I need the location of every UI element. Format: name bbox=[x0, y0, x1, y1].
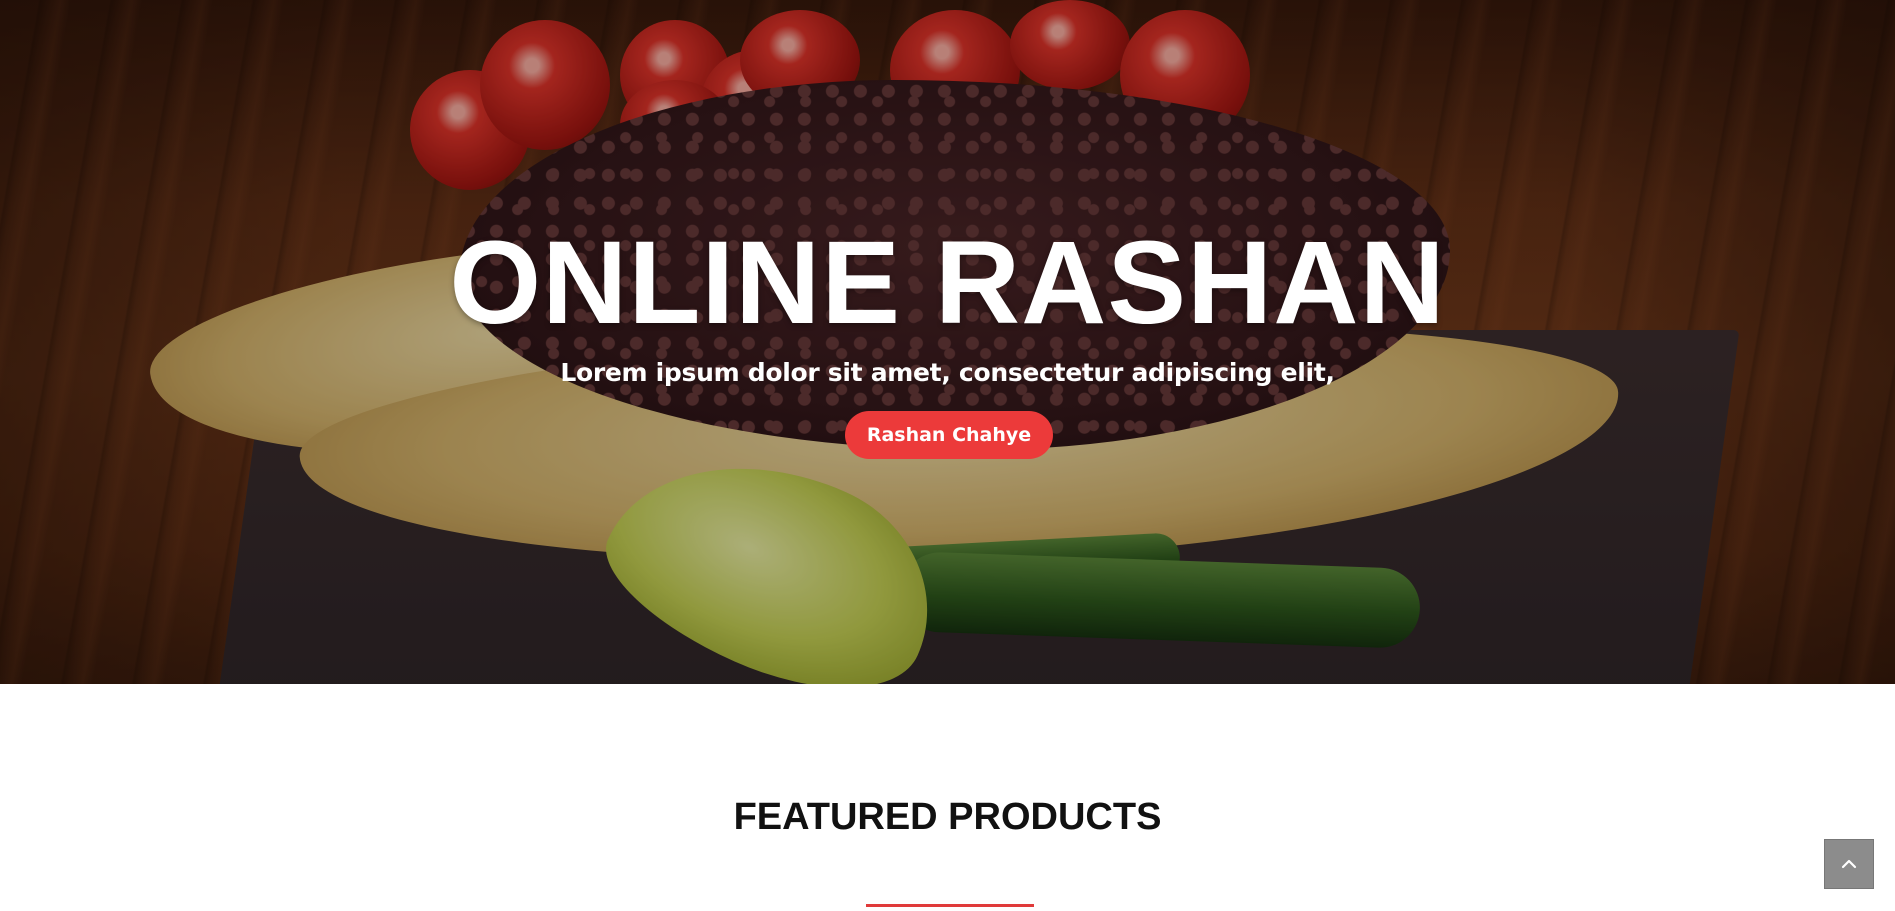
back-to-top-button[interactable] bbox=[1824, 839, 1874, 889]
featured-products-heading: FEATURED PRODUCTS bbox=[733, 796, 1162, 838]
hero-subtitle: Lorem ipsum dolor sit amet, consectetur … bbox=[560, 358, 1335, 387]
rashan-chahye-button[interactable]: Rashan Chahye bbox=[845, 411, 1053, 459]
heading-underline bbox=[866, 904, 1034, 907]
hero-banner: ONLINE RASHAN Lorem ipsum dolor sit amet… bbox=[0, 0, 1895, 684]
hero-title: ONLINE RASHAN bbox=[449, 217, 1446, 349]
chevron-up-icon bbox=[1841, 859, 1857, 869]
featured-products-section: FEATURED PRODUCTS bbox=[0, 684, 1895, 911]
